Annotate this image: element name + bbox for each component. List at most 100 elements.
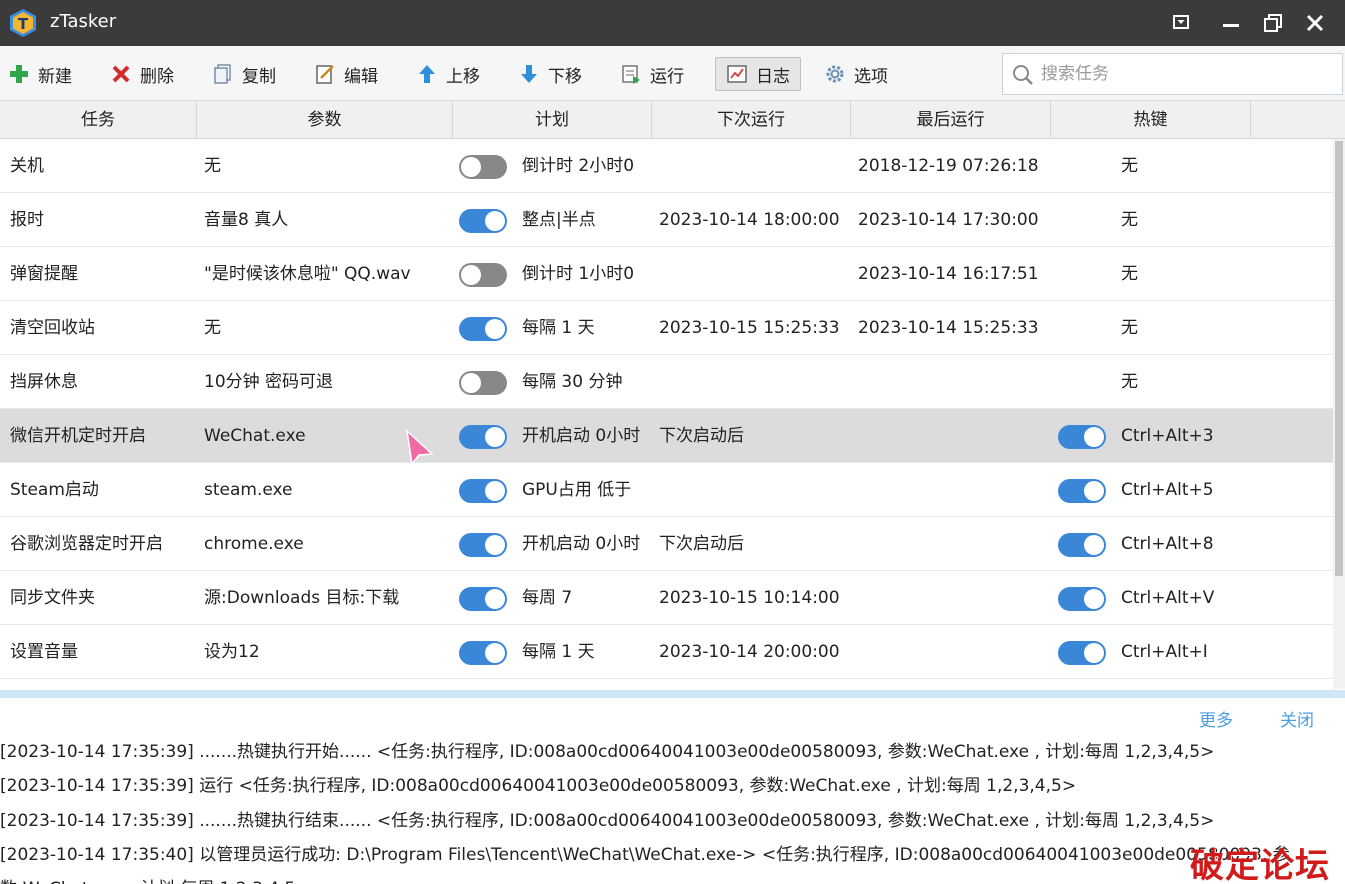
table-row[interactable]: 谷歌浏览器定时开启 chrome.exe 开机启动 0小时 下次启动后 Ctrl+Alt… bbox=[0, 517, 1333, 571]
params-cell: 源:Downloads 目标:下载 bbox=[204, 588, 400, 608]
plan-cell: 整点|半点 bbox=[522, 210, 596, 230]
next-run-cell: 2023-10-15 10:14:00 bbox=[659, 588, 840, 608]
log-button[interactable]: 日志 bbox=[715, 57, 801, 91]
task-name-cell: 清空回收站 bbox=[10, 318, 95, 338]
plan-cell: 开机启动 0小时 bbox=[522, 534, 640, 554]
task-name-cell: 弹窗提醒 bbox=[10, 264, 78, 284]
column-header-task[interactable]: 任务 bbox=[0, 101, 197, 139]
copy-button[interactable]: 复制 bbox=[212, 57, 276, 91]
table-row[interactable]: 报时 音量8 真人 整点|半点 2023-10-14 18:00:00 2023-10-… bbox=[0, 193, 1333, 247]
toggle-knob bbox=[1084, 589, 1104, 609]
restore-icon[interactable] bbox=[1258, 8, 1288, 38]
column-header-params[interactable]: 参数 bbox=[197, 101, 453, 139]
toggle-knob bbox=[461, 157, 481, 177]
task-name-cell: 关机 bbox=[10, 156, 44, 176]
hotkey-enabled-toggle[interactable] bbox=[1058, 425, 1106, 449]
hotkey-cell: Ctrl+Alt+5 bbox=[1121, 480, 1214, 500]
params-cell: 设为12 bbox=[204, 642, 260, 662]
table-row[interactable]: Steam启动 steam.exe GPU占用 低于 Ctrl+Alt+5 bbox=[0, 463, 1333, 517]
table-row[interactable]: 挡屏休息 10分钟 密码可退 每隔 30 分钟 无 bbox=[0, 355, 1333, 409]
plan-cell: 每隔 1 天 bbox=[522, 642, 595, 662]
options-button[interactable]: 选项 bbox=[824, 57, 888, 91]
toggle-knob bbox=[1084, 481, 1104, 501]
last-run-cell: 2023-10-14 17:30:00 bbox=[858, 210, 1039, 230]
new-button[interactable]: 新建 bbox=[8, 57, 72, 91]
log-line: [2023-10-14 17:35:39] 运行 <任务:执行程序, ID:00… bbox=[0, 776, 1077, 796]
hotkey-cell: Ctrl+Alt+V bbox=[1121, 588, 1215, 608]
hotkey-cell: 无 bbox=[1121, 372, 1138, 392]
log-line: 数:WeChat.exe , 计划:每周 1,2,3,4,5> bbox=[0, 872, 1345, 884]
params-cell: 无 bbox=[204, 156, 221, 176]
last-run-cell bbox=[858, 625, 1048, 679]
search-input[interactable] bbox=[1041, 59, 1331, 89]
hotkey-enabled-toggle[interactable] bbox=[1058, 641, 1106, 665]
task-enabled-toggle[interactable] bbox=[459, 209, 507, 233]
log-chart-icon bbox=[727, 65, 747, 83]
last-run-cell: 2018-12-19 07:26:18 bbox=[858, 156, 1039, 176]
task-enabled-toggle[interactable] bbox=[459, 425, 507, 449]
task-enabled-toggle[interactable] bbox=[459, 641, 507, 665]
next-run-cell: 2023-10-15 15:25:33 bbox=[659, 318, 840, 338]
column-header-plan[interactable]: 计划 bbox=[453, 101, 652, 139]
column-header-next-run[interactable]: 下次运行 bbox=[652, 101, 851, 139]
scrollbar-thumb[interactable] bbox=[1335, 141, 1343, 576]
hotkey-enabled-toggle[interactable] bbox=[1058, 479, 1106, 503]
column-header-hotkey[interactable]: 热键 bbox=[1051, 101, 1251, 139]
hotkey-cell: 无 bbox=[1121, 210, 1138, 230]
panel-splitter[interactable] bbox=[0, 690, 1345, 698]
toggle-knob bbox=[485, 535, 505, 555]
column-header-last-run[interactable]: 最后运行 bbox=[851, 101, 1051, 139]
plan-cell: 倒计时 2小时0 bbox=[522, 156, 635, 176]
toggle-knob bbox=[1084, 643, 1104, 663]
task-enabled-toggle[interactable] bbox=[459, 371, 507, 395]
table-row[interactable]: 关机 无 倒计时 2小时0 2018-12-19 07:26:18 无 bbox=[0, 139, 1333, 193]
log-close-link[interactable]: 关闭 bbox=[1280, 706, 1314, 731]
move-down-button[interactable]: 下移 bbox=[518, 57, 582, 91]
table-row[interactable]: 微信开机定时开启 WeChat.exe 开机启动 0小时 下次启动后 Ctrl+Alt+… bbox=[0, 409, 1333, 463]
close-icon[interactable] bbox=[1300, 8, 1330, 38]
task-enabled-toggle[interactable] bbox=[459, 155, 507, 179]
gear-icon bbox=[826, 65, 844, 83]
hotkey-enabled-toggle[interactable] bbox=[1058, 587, 1106, 611]
toggle-knob bbox=[1084, 427, 1104, 447]
toggle-knob bbox=[485, 319, 505, 339]
params-cell: 10分钟 密码可退 bbox=[204, 372, 334, 392]
hotkey-enabled-toggle[interactable] bbox=[1058, 533, 1106, 557]
app-logo-icon: T bbox=[10, 9, 36, 37]
hotkey-cell: 无 bbox=[1121, 264, 1138, 284]
next-run-cell bbox=[659, 463, 849, 517]
table-row[interactable]: 同步文件夹 源:Downloads 目标:下载 每周 7 2023-10-15 10:… bbox=[0, 571, 1333, 625]
delete-button[interactable]: 删除 bbox=[110, 57, 174, 91]
table-row[interactable]: 清空回收站 无 每隔 1 天 2023-10-15 15:25:33 2023-10-1… bbox=[0, 301, 1333, 355]
hotkey-cell: 无 bbox=[1121, 156, 1138, 176]
move-up-button[interactable]: 上移 bbox=[416, 57, 480, 91]
title-bar: T zTasker bbox=[0, 0, 1345, 46]
params-cell: chrome.exe bbox=[204, 534, 304, 554]
plan-cell: 每隔 1 天 bbox=[522, 318, 595, 338]
table-header: 任务 参数 计划 下次运行 最后运行 热键 bbox=[0, 101, 1345, 139]
search-box[interactable] bbox=[1002, 53, 1343, 95]
last-run-cell bbox=[858, 463, 1048, 517]
task-enabled-toggle[interactable] bbox=[459, 587, 507, 611]
edit-button[interactable]: 编辑 bbox=[314, 57, 378, 91]
window-menu-icon[interactable] bbox=[1166, 8, 1196, 38]
task-enabled-toggle[interactable] bbox=[459, 317, 507, 341]
next-run-cell: 2023-10-14 20:00:00 bbox=[659, 642, 840, 662]
run-button[interactable]: 运行 bbox=[620, 57, 684, 91]
toggle-knob bbox=[485, 211, 505, 231]
task-name-cell: 谷歌浏览器定时开启 bbox=[10, 534, 163, 554]
table-scrollbar[interactable] bbox=[1333, 139, 1345, 689]
task-enabled-toggle[interactable] bbox=[459, 533, 507, 557]
minimize-icon[interactable] bbox=[1216, 8, 1246, 38]
last-run-cell bbox=[858, 409, 1048, 463]
last-run-cell bbox=[858, 571, 1048, 625]
task-enabled-toggle[interactable] bbox=[459, 479, 507, 503]
table-row[interactable]: 弹窗提醒 "是时候该休息啦" QQ.wav 倒计时 1小时0 2023-10-14 1… bbox=[0, 247, 1333, 301]
log-more-link[interactable]: 更多 bbox=[1199, 706, 1233, 731]
search-icon bbox=[1013, 65, 1033, 85]
last-run-cell: 2023-10-14 15:25:33 bbox=[858, 318, 1039, 338]
toggle-knob bbox=[461, 265, 481, 285]
next-run-cell: 2023-10-14 18:00:00 bbox=[659, 210, 840, 230]
task-enabled-toggle[interactable] bbox=[459, 263, 507, 287]
table-row[interactable]: 设置音量 设为12 每隔 1 天 2023-10-14 20:00:00 Ctrl+Al… bbox=[0, 625, 1333, 679]
